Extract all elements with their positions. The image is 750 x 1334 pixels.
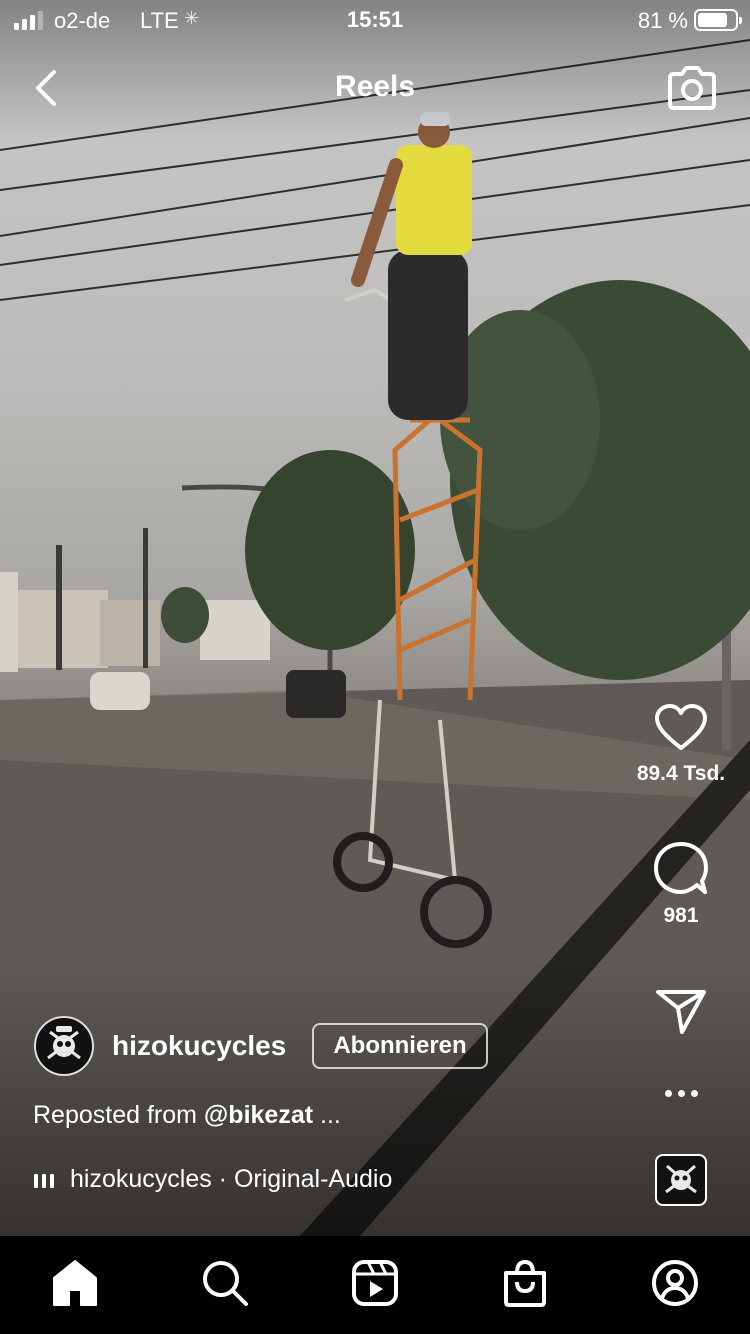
- search-icon: [203, 1261, 248, 1306]
- battery-percent: 81 %: [637, 8, 688, 33]
- reels-screen: o2-de LTE ✳ 15:51 81 % Reels 89.4 Tsd. 9…: [0, 0, 750, 1334]
- comment-count: 981: [663, 904, 699, 927]
- tab-reels[interactable]: [345, 1258, 405, 1312]
- utility-pole: [143, 528, 148, 668]
- rider-shirt: [396, 145, 472, 255]
- building: [0, 572, 18, 672]
- audio-thumbnail[interactable]: [655, 1154, 707, 1206]
- caption-text: Reposted from: [33, 1101, 204, 1129]
- tab-home[interactable]: [45, 1258, 105, 1312]
- paper-plane-icon: [656, 990, 706, 1034]
- brand-logo-icon: [665, 1164, 697, 1194]
- shopping-bag-icon: [504, 1259, 546, 1307]
- tab-search[interactable]: [195, 1258, 255, 1312]
- caption[interactable]: Reposted from @bikezat ...: [33, 1101, 341, 1130]
- battery-icon: [694, 9, 742, 31]
- building: [18, 590, 108, 668]
- home-icon: [53, 1260, 97, 1306]
- caption-mention[interactable]: @bikezat: [204, 1101, 313, 1129]
- username[interactable]: hizokucycles: [112, 1030, 286, 1062]
- follow-button[interactable]: Abonnieren: [312, 1023, 488, 1069]
- reels-icon: [352, 1260, 398, 1306]
- like-count: 89.4 Tsd.: [636, 762, 726, 785]
- back-button[interactable]: [24, 62, 72, 114]
- camera-icon: [668, 66, 716, 110]
- audio-info[interactable]: hizokucycles · Original-Audio: [34, 1165, 392, 1194]
- heart-icon: [655, 704, 707, 750]
- audio-bars-icon: [34, 1170, 56, 1188]
- tab-bar: [0, 1236, 750, 1334]
- brand-logo-icon: [37, 1019, 91, 1073]
- share-button[interactable]: [630, 986, 732, 1036]
- audio-label: hizokucycles · Original-Audio: [70, 1165, 393, 1193]
- comment-button[interactable]: 981: [630, 840, 732, 928]
- building: [100, 600, 160, 666]
- caption-more[interactable]: ...: [313, 1101, 341, 1129]
- avatar[interactable]: [34, 1016, 94, 1076]
- car: [90, 672, 150, 710]
- camera-button[interactable]: [664, 62, 720, 114]
- utility-pole: [56, 545, 62, 670]
- like-button[interactable]: 89.4 Tsd.: [630, 702, 732, 786]
- chevron-left-icon: [36, 70, 56, 106]
- battery-level: [698, 13, 727, 27]
- status-bar: o2-de LTE ✳ 15:51 81 %: [0, 0, 750, 40]
- car: [286, 670, 346, 718]
- tab-profile[interactable]: [645, 1258, 705, 1312]
- rider-legs: [388, 250, 468, 420]
- tab-shop[interactable]: [495, 1258, 555, 1312]
- tree: [161, 587, 209, 643]
- tree: [245, 450, 415, 650]
- profile-icon: [652, 1260, 698, 1306]
- more-options-button[interactable]: [630, 1078, 732, 1112]
- comment-bubble-icon: [654, 842, 708, 894]
- building: [200, 600, 270, 660]
